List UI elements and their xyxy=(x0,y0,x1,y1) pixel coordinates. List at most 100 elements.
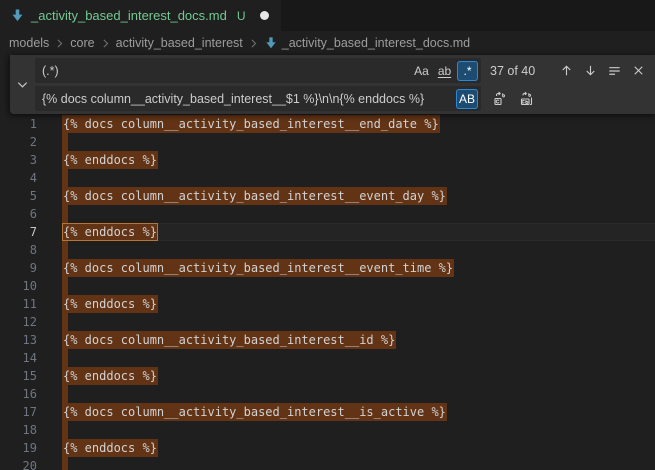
close-icon xyxy=(631,63,646,78)
line-text[interactable] xyxy=(37,457,68,470)
line-text[interactable]: {% enddocs %} xyxy=(37,439,158,457)
find-input[interactable] xyxy=(42,58,409,83)
line-text[interactable]: {% enddocs %} xyxy=(37,295,158,313)
chevron-down-icon xyxy=(15,77,30,92)
replace-all-button[interactable] xyxy=(516,88,537,109)
line-number[interactable]: 5 xyxy=(0,187,37,205)
previous-match-button[interactable] xyxy=(556,60,577,81)
editor-line[interactable]: 16 xyxy=(0,385,655,403)
line-number[interactable]: 12 xyxy=(0,313,37,331)
line-text[interactable] xyxy=(37,421,68,439)
line-text[interactable] xyxy=(37,205,68,223)
line-text[interactable]: {% enddocs %} xyxy=(37,151,158,169)
chevron-right-icon xyxy=(53,37,66,50)
editor-lines: 1{% docs column__activity_based_interest… xyxy=(0,115,655,470)
editor-line[interactable]: 2 xyxy=(0,133,655,151)
editor-line[interactable]: 17{% docs column__activity_based_interes… xyxy=(0,403,655,421)
editor-line[interactable]: 4 xyxy=(0,169,655,187)
line-number[interactable]: 11 xyxy=(0,295,37,313)
replace-input-box: AB xyxy=(35,86,481,111)
editor-line[interactable]: 6 xyxy=(0,205,655,223)
replace-all-icon xyxy=(519,91,535,107)
replace-actions xyxy=(489,88,537,109)
line-number[interactable]: 20 xyxy=(0,457,37,470)
next-match-button[interactable] xyxy=(580,60,601,81)
editor-line[interactable]: 9{% docs column__activity_based_interest… xyxy=(0,259,655,277)
line-number[interactable]: 15 xyxy=(0,367,37,385)
line-text[interactable] xyxy=(37,241,68,259)
replace-input[interactable] xyxy=(42,86,454,111)
breadcrumb-file-name: _activity_based_interest_docs.md xyxy=(282,36,470,50)
breadcrumb-item-activity-based-interest[interactable]: activity_based_interest xyxy=(116,36,243,50)
editor-line[interactable]: 7{% enddocs %} xyxy=(0,223,655,241)
line-number[interactable]: 14 xyxy=(0,349,37,367)
editor-line[interactable]: 3{% enddocs %} xyxy=(0,151,655,169)
replace-icon xyxy=(492,91,508,107)
close-find-button[interactable] xyxy=(628,60,649,81)
line-number[interactable]: 2 xyxy=(0,133,37,151)
line-text[interactable]: {% docs column__activity_based_interest_… xyxy=(37,331,396,349)
editor-line[interactable]: 20 xyxy=(0,457,655,470)
line-text[interactable] xyxy=(37,349,68,367)
editor-line[interactable]: 8 xyxy=(0,241,655,259)
line-number[interactable]: 9 xyxy=(0,259,37,277)
line-number[interactable]: 19 xyxy=(0,439,37,457)
breadcrumb-item-models[interactable]: models xyxy=(9,36,49,50)
find-row: Aa ab .* 37 of 40 xyxy=(35,58,655,83)
line-text[interactable]: {% docs column__activity_based_interest_… xyxy=(37,115,440,133)
breadcrumb: models core activity_based_interest _act… xyxy=(0,31,655,55)
tab-bar: _activity_based_interest_docs.md U xyxy=(0,0,655,31)
replace-button[interactable] xyxy=(489,88,510,109)
editor-line[interactable]: 13{% docs column__activity_based_interes… xyxy=(0,331,655,349)
line-number[interactable]: 6 xyxy=(0,205,37,223)
whole-word-toggle[interactable]: ab xyxy=(434,61,455,81)
line-number[interactable]: 18 xyxy=(0,421,37,439)
line-text[interactable] xyxy=(37,385,68,403)
line-text[interactable]: {% enddocs %} xyxy=(37,367,158,385)
tab-filename: _activity_based_interest_docs.md xyxy=(31,8,227,23)
line-text[interactable]: {% enddocs %} xyxy=(37,223,158,241)
line-text[interactable] xyxy=(37,169,68,187)
editor-tab[interactable]: _activity_based_interest_docs.md U xyxy=(0,0,282,31)
line-number[interactable]: 13 xyxy=(0,331,37,349)
line-text[interactable] xyxy=(37,133,68,151)
editor-line[interactable]: 14 xyxy=(0,349,655,367)
find-in-selection-button[interactable] xyxy=(604,60,625,81)
regex-toggle[interactable]: .* xyxy=(457,61,478,81)
match-case-toggle[interactable]: Aa xyxy=(411,61,432,81)
line-number[interactable]: 4 xyxy=(0,169,37,187)
modified-dot[interactable] xyxy=(260,11,269,20)
line-number[interactable]: 10 xyxy=(0,277,37,295)
preserve-case-toggle[interactable]: AB xyxy=(456,89,478,109)
editor-line[interactable]: 18 xyxy=(0,421,655,439)
line-number[interactable]: 7 xyxy=(0,223,37,241)
git-status-badge: U xyxy=(237,9,246,23)
line-text[interactable]: {% docs column__activity_based_interest_… xyxy=(37,259,454,277)
editor[interactable]: 1{% docs column__activity_based_interest… xyxy=(0,55,655,470)
editor-line[interactable]: 10 xyxy=(0,277,655,295)
find-results-count: 37 of 40 xyxy=(490,64,535,78)
line-number[interactable]: 17 xyxy=(0,403,37,421)
line-number[interactable]: 1 xyxy=(0,115,37,133)
line-number[interactable]: 16 xyxy=(0,385,37,403)
editor-line[interactable]: 5{% docs column__activity_based_interest… xyxy=(0,187,655,205)
editor-line[interactable]: 12 xyxy=(0,313,655,331)
line-text[interactable]: {% docs column__activity_based_interest_… xyxy=(37,403,447,421)
line-text[interactable]: {% docs column__activity_based_interest_… xyxy=(37,187,447,205)
editor-line[interactable]: 1{% docs column__activity_based_interest… xyxy=(0,115,655,133)
breadcrumb-item-file[interactable]: _activity_based_interest_docs.md xyxy=(264,36,470,50)
editor-line[interactable]: 15{% enddocs %} xyxy=(0,367,655,385)
toggle-replace-button[interactable] xyxy=(10,55,35,114)
editor-line[interactable]: 11{% enddocs %} xyxy=(0,295,655,313)
arrow-up-icon xyxy=(559,63,574,78)
line-number[interactable]: 3 xyxy=(0,151,37,169)
selection-icon xyxy=(607,63,622,78)
line-number[interactable]: 8 xyxy=(0,241,37,259)
arrow-down-icon xyxy=(583,63,598,78)
editor-line[interactable]: 19{% enddocs %} xyxy=(0,439,655,457)
line-text[interactable] xyxy=(37,277,68,295)
breadcrumb-item-core[interactable]: core xyxy=(70,36,94,50)
line-text[interactable] xyxy=(37,313,68,331)
chevron-right-icon xyxy=(247,37,260,50)
markdown-icon xyxy=(10,8,25,23)
